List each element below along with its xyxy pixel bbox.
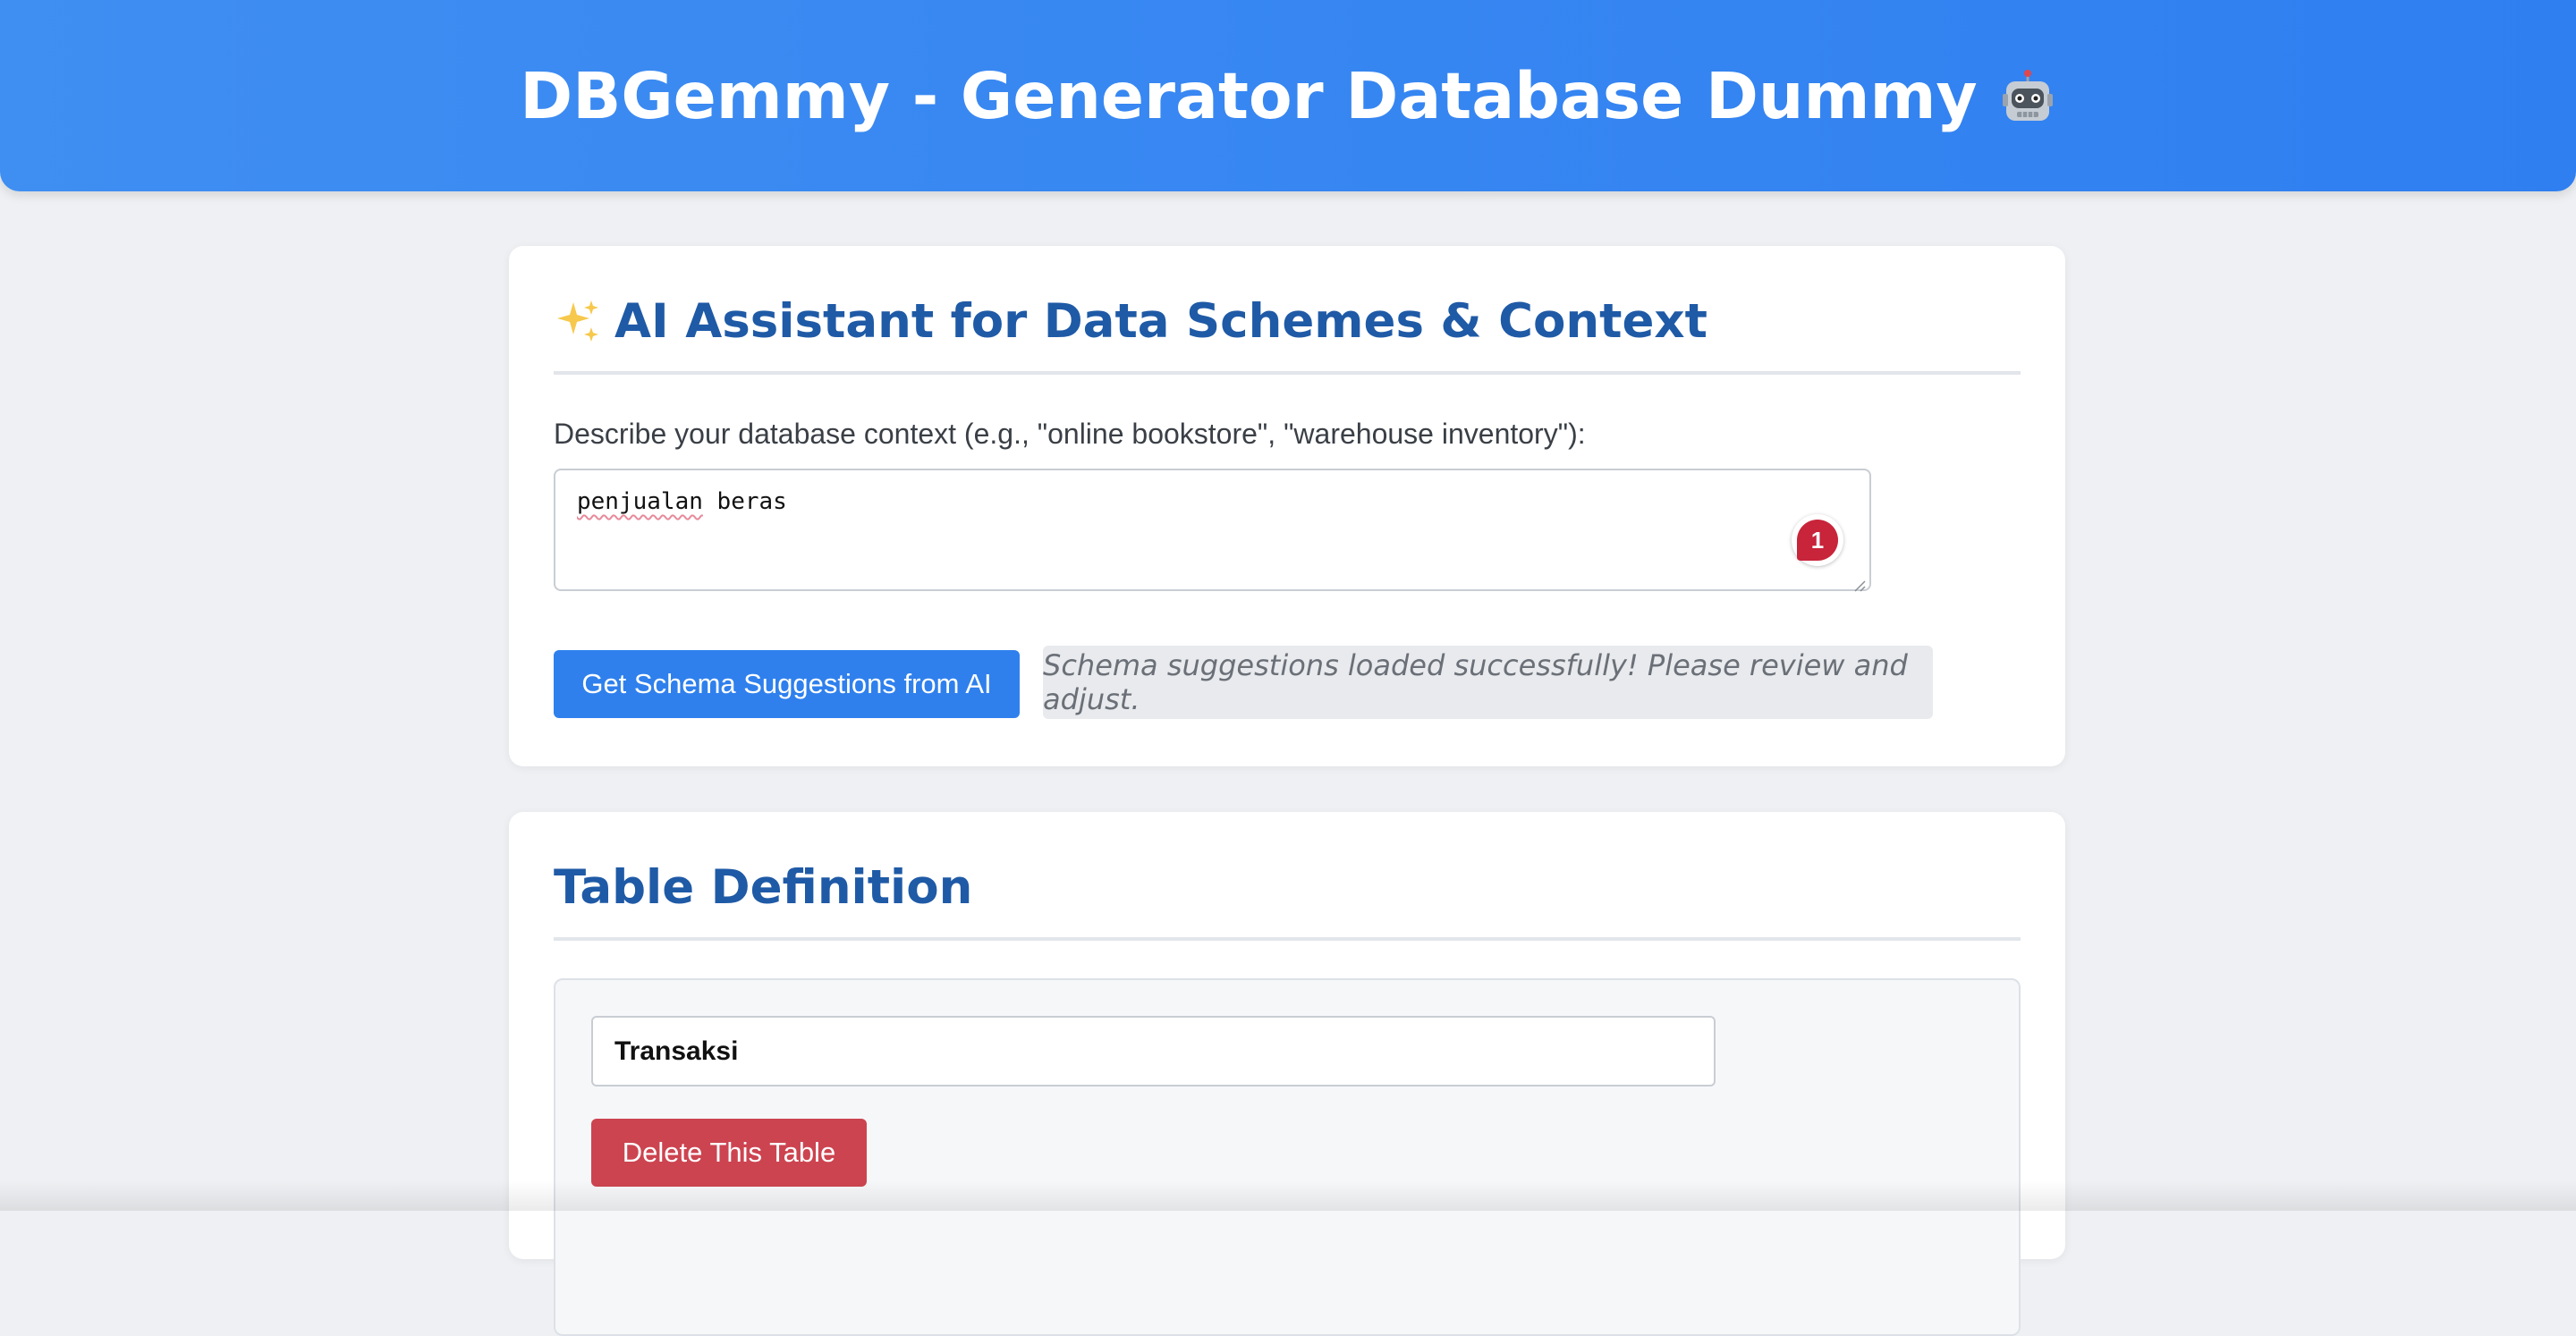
misspelled-word: penjualan (577, 488, 703, 515)
status-message: Schema suggestions loaded successfully! … (1043, 646, 1933, 719)
delete-table-button[interactable]: Delete This Table (591, 1119, 867, 1187)
resize-handle-icon[interactable] (1852, 571, 1866, 592)
table-name-input[interactable]: Transaksi (591, 1016, 1716, 1087)
ai-assistant-card: AI Assistant for Data Schemes & Context … (509, 246, 2065, 766)
table-panel: Transaksi Delete This Table (554, 978, 2021, 1336)
robot-icon (1999, 67, 2056, 124)
sparkles-icon (554, 297, 602, 345)
get-schema-suggestions-button[interactable]: Get Schema Suggestions from AI (554, 650, 1020, 718)
ai-assistant-title-text: AI Assistant for Data Schemes & Context (614, 293, 1707, 349)
table-definition-title: Table Definition (554, 859, 973, 915)
grammar-check-count: 1 (1797, 520, 1838, 561)
context-text-rest: beras (702, 488, 787, 515)
ai-assistant-title: AI Assistant for Data Schemes & Context (554, 285, 2021, 357)
app-title: DBGemmy - Generator Database Dummy (520, 59, 2055, 133)
app-header: DBGemmy - Generator Database Dummy (0, 0, 2576, 191)
section-divider (554, 371, 2021, 375)
section-divider (554, 937, 2021, 941)
grammar-check-badge[interactable]: 1 (1792, 514, 1843, 566)
table-definition-card: Table Definition Transaksi Delete This T… (509, 812, 2065, 1336)
app-title-text: DBGemmy - Generator Database Dummy (520, 58, 1978, 133)
context-textarea[interactable]: penjualan beras (554, 469, 1871, 592)
context-prompt-label: Describe your database context (e.g., "o… (554, 418, 1586, 450)
